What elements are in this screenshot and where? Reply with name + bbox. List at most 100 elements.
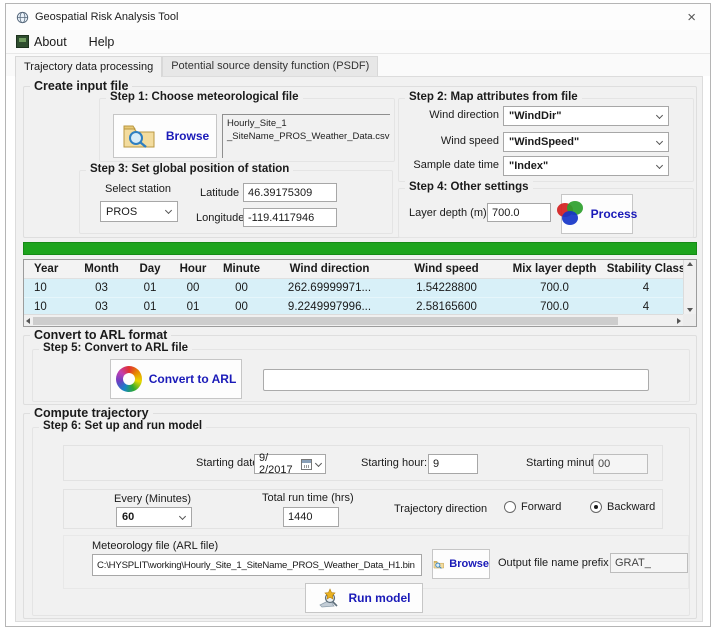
compute-trajectory-title: Compute trajectory <box>30 406 153 420</box>
forward-label: Forward <box>521 501 561 513</box>
process-label: Process <box>591 207 638 221</box>
tab-page: Create input file Step 1: Choose meteoro… <box>15 76 703 622</box>
station-select[interactable]: PROS <box>100 201 178 222</box>
convert-to-arl-button[interactable]: Convert to ARL <box>110 359 242 399</box>
column-header-minute[interactable]: Minute <box>215 260 268 278</box>
process-button[interactable]: Process <box>561 194 633 234</box>
wind-direction-label: Wind direction <box>399 109 499 121</box>
backward-label: Backward <box>607 501 655 513</box>
starting-date-label: Starting date: <box>196 457 261 469</box>
menu-help[interactable]: Help <box>89 35 115 49</box>
about-icon <box>16 35 29 48</box>
column-header-stability-class[interactable]: Stability Class <box>607 260 685 278</box>
run-settings-panel: Every (Minutes) 60 Total run time (hrs) … <box>63 489 663 529</box>
sample-date-time-select[interactable]: "Index" <box>503 156 669 176</box>
folder-search-icon <box>121 122 159 150</box>
convert-arl-group: Convert to ARL format Step 5: Convert to… <box>23 335 697 405</box>
step2-title: Step 2: Map attributes from file <box>405 91 582 103</box>
menu-bar: About Help <box>6 30 710 54</box>
step3-title: Step 3: Set global position of station <box>86 163 293 175</box>
scrollbar-corner <box>683 314 696 326</box>
wind-direction-select[interactable]: "WindDir" <box>503 106 669 126</box>
chevron-down-icon <box>165 207 172 214</box>
convert-arl-title: Convert to ARL format <box>30 328 171 342</box>
run-model-icon <box>318 588 342 608</box>
radio-forward[interactable]: Forward <box>504 501 561 513</box>
chevron-down-icon <box>656 111 663 118</box>
latitude-label: Latitude <box>200 187 239 199</box>
table-row[interactable]: 10 03 01 00 00 262.69999971... 1.5422880… <box>24 279 685 297</box>
calendar-icon <box>301 459 312 470</box>
met-file-input[interactable]: C:\HYSPLIT\working\Hourly_Site_1_SiteNam… <box>92 554 422 576</box>
tab-psdf[interactable]: Potential source density function (PSDF) <box>162 56 378 76</box>
selected-met-file-name: Hourly_Site_1 _SiteName_PROS_Weather_Dat… <box>222 114 390 158</box>
starting-minute-label: Starting minute: <box>526 457 603 469</box>
column-header-month[interactable]: Month <box>74 260 129 278</box>
scroll-up-icon[interactable] <box>687 262 693 266</box>
select-station-label: Select station <box>105 183 171 195</box>
step4-group: Step 4: Other settings Layer depth (m) 7… <box>398 188 694 238</box>
radio-backward[interactable]: Backward <box>590 501 655 513</box>
sample-date-time-label: Sample date time <box>399 159 499 171</box>
step3-group: Step 3: Set global position of station S… <box>79 170 393 234</box>
table-vertical-scrollbar[interactable] <box>683 260 696 314</box>
column-header-wind-speed[interactable]: Wind speed <box>391 260 502 278</box>
run-model-button[interactable]: Run model <box>305 583 423 613</box>
table-row[interactable]: 10 03 01 01 00 9.2249997996... 2.5816560… <box>24 297 685 315</box>
chevron-down-icon <box>179 512 186 519</box>
every-minutes-label: Every (Minutes) <box>114 493 191 505</box>
output-prefix-label: Output file name prefix <box>498 557 609 569</box>
step6-title: Step 6: Set up and run model <box>39 420 206 432</box>
layer-depth-input[interactable]: 700.0 <box>487 203 551 222</box>
browse-arl-button[interactable]: Browse <box>432 549 490 579</box>
met-file-panel: Meteorology file (ARL file) C:\HYSPLIT\w… <box>63 535 689 589</box>
total-run-time-input[interactable]: 1440 <box>283 507 339 527</box>
browse-met-file-button[interactable]: Browse <box>113 114 217 158</box>
met-file-label: Meteorology file (ARL file) <box>92 540 218 552</box>
tab-bar: Trajectory data processing Potential sou… <box>6 54 710 76</box>
output-prefix-input[interactable]: GRAT_ <box>610 553 688 573</box>
layer-depth-label: Layer depth (m) <box>409 207 487 219</box>
app-globe-icon <box>16 11 29 24</box>
radio-circle-icon <box>504 501 516 513</box>
weather-data-table: Year Month Day Hour Minute Wind directio… <box>23 259 697 327</box>
folder-search-icon <box>433 557 445 572</box>
scrollbar-thumb[interactable] <box>33 317 618 325</box>
starting-hour-input[interactable]: 9 <box>428 454 478 474</box>
starting-date-picker[interactable]: 9/ 2/2017 <box>254 454 326 474</box>
column-header-hour[interactable]: Hour <box>171 260 215 278</box>
trajectory-direction-label: Trajectory direction <box>394 503 487 515</box>
chevron-down-icon <box>656 161 663 168</box>
chevron-down-icon <box>656 137 663 144</box>
color-ring-icon <box>116 366 142 392</box>
title-bar: Geospatial Risk Analysis Tool × <box>6 4 710 30</box>
run-model-label: Run model <box>349 591 411 605</box>
table-horizontal-scrollbar[interactable] <box>24 314 683 326</box>
chevron-down-icon <box>315 459 322 466</box>
longitude-input[interactable]: -119.4117946 <box>243 208 337 227</box>
column-header-day[interactable]: Day <box>129 260 171 278</box>
column-header-wind-direction[interactable]: Wind direction <box>268 260 391 278</box>
scroll-down-icon[interactable] <box>687 308 693 312</box>
menu-about[interactable]: About <box>16 35 67 49</box>
close-button[interactable]: × <box>683 10 700 25</box>
column-header-year[interactable]: Year <box>24 260 74 278</box>
starting-minute-input[interactable]: 00 <box>593 454 648 474</box>
column-header-mix-layer-depth[interactable]: Mix layer depth <box>502 260 607 278</box>
start-datetime-panel: Starting date: 9/ 2/2017 Starting hour: … <box>63 445 663 481</box>
conversion-progress-bar <box>263 369 649 391</box>
scroll-left-icon[interactable] <box>26 318 30 324</box>
step5-title: Step 5: Convert to ARL file <box>39 342 192 354</box>
every-minutes-select[interactable]: 60 <box>116 507 192 527</box>
step2-group: Step 2: Map attributes from file Wind di… <box>398 98 694 182</box>
wind-speed-select[interactable]: "WindSpeed" <box>503 132 669 152</box>
tab-trajectory-data-processing[interactable]: Trajectory data processing <box>15 56 162 77</box>
step1-title: Step 1: Choose meteorological file <box>106 91 303 103</box>
browse-met-file-label: Browse <box>166 129 209 143</box>
step4-title: Step 4: Other settings <box>405 181 533 193</box>
scroll-right-icon[interactable] <box>677 318 681 324</box>
latitude-input[interactable]: 46.39175309 <box>243 183 337 202</box>
convert-to-arl-label: Convert to ARL <box>149 372 237 386</box>
create-input-file-group: Create input file Step 1: Choose meteoro… <box>23 86 697 238</box>
window-title: Geospatial Risk Analysis Tool <box>35 11 178 23</box>
